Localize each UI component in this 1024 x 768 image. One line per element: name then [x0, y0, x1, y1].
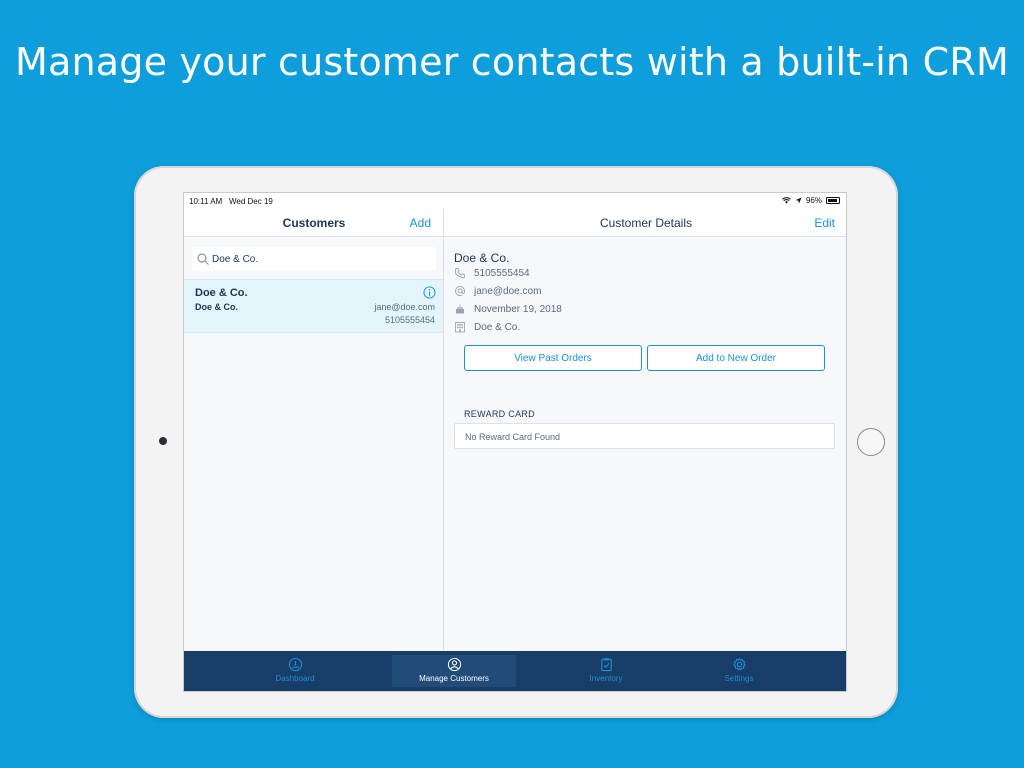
info-icon[interactable]	[423, 286, 436, 299]
customer-company: Doe & Co.	[195, 302, 239, 312]
tab-dashboard-label: Dashboard	[275, 674, 315, 683]
view-past-orders-button[interactable]: View Past Orders	[464, 345, 642, 371]
detail-birthday: November 19, 2018	[454, 303, 562, 315]
customer-phone: 5105555454	[384, 315, 435, 325]
tab-dashboard[interactable]: Dashboard	[233, 651, 357, 691]
clipboard-icon	[600, 658, 612, 672]
location-arrow-icon	[795, 197, 802, 204]
headline: Manage your customer contacts with a bui…	[15, 40, 1009, 84]
customer-email: jane@doe.com	[374, 302, 435, 312]
cake-icon	[456, 304, 464, 314]
tab-manage-customers[interactable]: Manage Customers	[392, 655, 516, 687]
details-header: Customer Details Edit	[444, 209, 846, 237]
tab-settings-label: Settings	[724, 674, 754, 683]
tab-inventory-label: Inventory	[589, 674, 623, 683]
building-icon	[455, 322, 465, 333]
customers-title: Customers	[282, 216, 346, 230]
detail-phone-value: 5105555454	[474, 267, 530, 279]
status-date: Wed Dec 19	[229, 197, 273, 206]
ipad-frame: 10:11 AM Wed Dec 19 96% Customers Add Do…	[134, 166, 898, 718]
customers-pane: Customers Add Doe & Co. Doe & Co. jane@d…	[184, 209, 444, 651]
detail-email: jane@doe.com	[454, 285, 541, 297]
camera	[159, 437, 167, 445]
screen: 10:11 AM Wed Dec 19 96% Customers Add Do…	[183, 192, 847, 692]
add-customer-button[interactable]: Add	[410, 216, 431, 230]
tab-manage-customers-label: Manage Customers	[419, 674, 489, 683]
at-sign-icon	[455, 286, 465, 296]
status-indicators: 96%	[782, 196, 840, 205]
customer-details-pane: Customer Details Edit Doe & Co. 51055554…	[444, 209, 846, 651]
home-button[interactable]	[857, 428, 885, 456]
customer-name: Doe & Co.	[195, 287, 248, 299]
person-icon	[447, 657, 461, 672]
edit-button[interactable]: Edit	[814, 216, 835, 230]
dashboard-icon	[288, 657, 302, 672]
reward-card-label: REWARD CARD	[464, 409, 535, 419]
add-to-new-order-button[interactable]: Add to New Order	[647, 345, 825, 371]
detail-phone: 5105555454	[454, 267, 530, 279]
status-time: 10:11 AM	[189, 197, 223, 206]
search-bar[interactable]	[192, 247, 436, 271]
status-bar: 10:11 AM Wed Dec 19 96%	[184, 193, 846, 209]
battery-percent: 96%	[805, 196, 822, 205]
tab-inventory[interactable]: Inventory	[544, 651, 668, 691]
detail-customer-name: Doe & Co.	[454, 251, 510, 265]
phone-icon	[454, 268, 465, 278]
gear-icon	[732, 657, 746, 671]
battery-icon	[826, 197, 840, 204]
customers-header: Customers Add	[184, 209, 443, 237]
tab-bar: Dashboard Manage Customers Inventory Set…	[184, 651, 846, 691]
reward-card-value: No Reward Card Found	[465, 432, 561, 442]
detail-company-value: Doe & Co.	[474, 321, 521, 333]
detail-birthday-value: November 19, 2018	[474, 303, 562, 315]
wifi-icon	[782, 197, 791, 204]
detail-company: Doe & Co.	[454, 321, 520, 333]
reward-card-field[interactable]: No Reward Card Found	[454, 423, 835, 449]
search-icon	[197, 253, 209, 265]
detail-email-value: jane@doe.com	[474, 285, 542, 297]
details-title: Customer Details	[599, 216, 693, 230]
tab-settings[interactable]: Settings	[677, 651, 801, 691]
search-input[interactable]	[212, 253, 422, 265]
customer-row[interactable]: Doe & Co. Doe & Co. jane@doe.com 5105555…	[184, 279, 443, 333]
